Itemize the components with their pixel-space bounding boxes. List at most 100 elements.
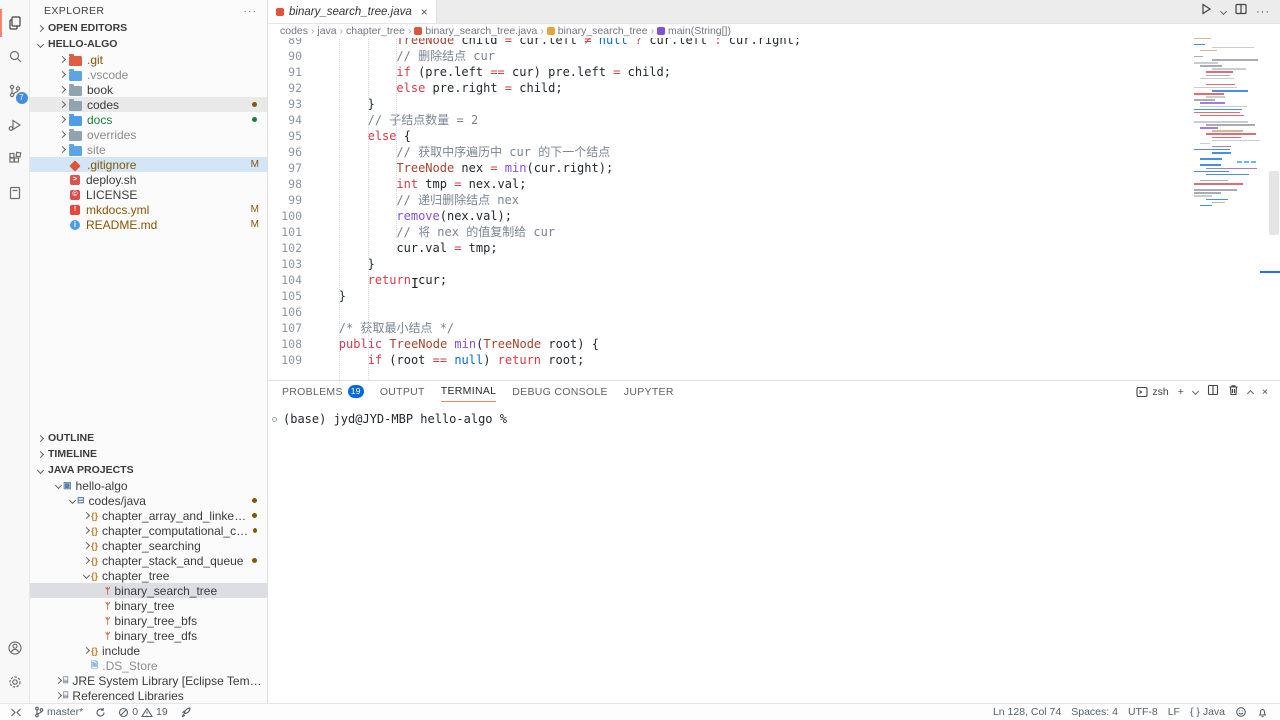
panel-tab-terminal[interactable]: TERMINAL <box>441 381 497 402</box>
minimap[interactable] <box>1190 24 1268 380</box>
java-tree-row[interactable]: {}include <box>30 643 267 658</box>
breadcrumb-item[interactable]: binary_search_tree <box>547 25 648 37</box>
java-lightweight-mode-rocket-icon[interactable] <box>176 704 196 720</box>
java-language-status-icon[interactable] <box>1231 706 1251 718</box>
code-line[interactable]: 107/* 获取最小结点 */ <box>268 320 1190 336</box>
timeline-section[interactable]: TIMELINE <box>30 446 267 462</box>
editor-more-actions-icon[interactable]: ··· <box>1256 6 1270 18</box>
code-line[interactable]: 91if (pre.left == cur) pre.left = child; <box>268 64 1190 80</box>
account-icon[interactable] <box>0 631 30 665</box>
indentation-status[interactable]: Spaces: 4 <box>1067 706 1122 718</box>
file-row[interactable]: !mkdocs.ymlM <box>30 202 267 217</box>
extensions-icon[interactable] <box>0 142 30 176</box>
file-row[interactable]: overrides <box>30 127 267 142</box>
run-button[interactable] <box>1199 2 1213 21</box>
java-tree-row[interactable]: {}chapter_stack_and_queue <box>30 553 267 568</box>
language-mode-status[interactable]: { } Java <box>1186 706 1229 718</box>
split-terminal-icon[interactable] <box>1207 384 1219 399</box>
notifications-bell-icon[interactable] <box>1253 706 1272 718</box>
code-line[interactable]: 99// 递归删除结点 nex <box>268 192 1190 208</box>
java-tree-row[interactable]: {}chapter_tree <box>30 568 267 583</box>
file-row[interactable]: book <box>30 82 267 97</box>
breadcrumb-item[interactable]: chapter_tree <box>346 25 405 37</box>
code-line[interactable]: 94// 子结点数量 = 2 <box>268 112 1190 128</box>
java-projects-section[interactable]: JAVA PROJECTS <box>30 462 267 478</box>
java-tree-row[interactable]: ⊟codes/java <box>30 493 267 508</box>
file-row[interactable]: .git <box>30 52 267 67</box>
search-icon[interactable] <box>0 40 30 74</box>
project-root-row[interactable]: HELLO-ALGO <box>30 36 267 52</box>
cursor-position-status[interactable]: Ln 128, Col 74 <box>989 706 1065 718</box>
encoding-status[interactable]: UTF-8 <box>1124 706 1162 718</box>
code-line[interactable]: 96// 获取中序遍历中 cur 的下一个结点 <box>268 144 1190 160</box>
tab-close-icon[interactable]: × <box>421 5 428 19</box>
split-editor-icon[interactable] <box>1234 2 1248 21</box>
java-tree-row[interactable]: 🗎.DS_Store <box>30 658 267 673</box>
sync-icon[interactable] <box>91 704 110 720</box>
close-panel-icon[interactable]: × <box>1262 386 1268 398</box>
code-line[interactable]: 90// 删除结点 cur <box>268 48 1190 64</box>
panel-tab-debug-console[interactable]: DEBUG CONSOLE <box>512 381 608 402</box>
code-line[interactable]: 95else { <box>268 128 1190 144</box>
settings-gear-icon[interactable] <box>0 665 30 699</box>
tab-binary-search-tree[interactable]: binary_search_tree.java × <box>268 0 437 23</box>
editor[interactable]: codes›java›chapter_tree›binary_search_tr… <box>268 24 1280 380</box>
file-row[interactable]: >deploy.sh <box>30 172 267 187</box>
new-terminal-icon[interactable]: + <box>1178 386 1184 398</box>
code-line[interactable]: 105} <box>268 288 1190 304</box>
file-row[interactable]: .gitignoreM <box>30 157 267 172</box>
java-tree-row[interactable]: ⌸Referenced Libraries <box>30 688 267 703</box>
panel-tab-jupyter[interactable]: JUPYTER <box>624 381 674 402</box>
terminal[interactable]: (base) jyd@JYD-MBP hello-algo % <box>268 402 1280 703</box>
run-dropdown-icon[interactable] <box>1220 8 1227 15</box>
code-line[interactable]: 103} <box>268 256 1190 272</box>
java-tree-row[interactable]: ᛘbinary_tree <box>30 598 267 613</box>
kill-terminal-trash-icon[interactable] <box>1228 384 1239 399</box>
outline-section[interactable]: OUTLINE <box>30 430 267 446</box>
code-line[interactable]: 102cur.val = tmp; <box>268 240 1190 256</box>
breadcrumb-item[interactable]: java <box>317 25 336 37</box>
java-tree-row[interactable]: {}chapter_computational_complexity <box>30 523 267 538</box>
file-row[interactable]: docs <box>30 112 267 127</box>
code-line[interactable]: 97TreeNode nex = min(cur.right); <box>268 160 1190 176</box>
code-line[interactable]: 104return cur; <box>268 272 1190 288</box>
panel-tab-output[interactable]: OUTPUT <box>380 381 425 402</box>
java-tree-row[interactable]: ᛘbinary_search_tree <box>30 583 267 598</box>
java-tree-row[interactable]: ▣hello-algo <box>30 478 267 493</box>
open-editors-section[interactable]: OPEN EDITORS <box>30 20 267 36</box>
code-line[interactable]: 109if (root == null) return root; <box>268 352 1190 368</box>
file-row[interactable]: ©LICENSE <box>30 187 267 202</box>
code-line[interactable]: 108public TreeNode min(TreeNode root) { <box>268 336 1190 352</box>
scrollbar-slider[interactable] <box>1269 171 1279 235</box>
notebook-icon[interactable] <box>0 176 30 210</box>
java-tree-row[interactable]: ⌸JRE System Library [Eclipse Temurin 17 … <box>30 673 267 688</box>
breadcrumb-item[interactable]: codes <box>280 25 308 37</box>
java-tree-row[interactable]: {}chapter_array_and_linkedlist <box>30 508 267 523</box>
explorer-icon[interactable] <box>0 6 30 40</box>
code-area[interactable]: 88// 当子结点数量 = 0 / 1 时, child = null / 该子… <box>268 24 1190 380</box>
explorer-more-actions-icon[interactable]: ··· <box>244 5 258 17</box>
source-control-icon[interactable]: 7 <box>0 74 30 108</box>
java-tree-row[interactable]: {}chapter_searching <box>30 538 267 553</box>
terminal-dropdown-icon[interactable] <box>1192 388 1199 395</box>
editor-scrollbar[interactable] <box>1268 24 1280 380</box>
run-debug-icon[interactable] <box>0 108 30 142</box>
file-row[interactable]: site <box>30 142 267 157</box>
code-line[interactable]: 101// 将 nex 的值复制给 cur <box>268 224 1190 240</box>
file-row[interactable]: .vscode <box>30 67 267 82</box>
file-row[interactable]: codes <box>30 97 267 112</box>
code-line[interactable]: 92else pre.right = child; <box>268 80 1190 96</box>
file-row[interactable]: iREADME.mdM <box>30 217 267 232</box>
breadcrumb-item[interactable]: binary_search_tree.java <box>414 25 537 37</box>
code-line[interactable]: 93} <box>268 96 1190 112</box>
remote-indicator[interactable] <box>6 704 26 720</box>
maximize-panel-icon[interactable] <box>1247 389 1254 396</box>
java-tree-row[interactable]: ᛘbinary_tree_dfs <box>30 628 267 643</box>
terminal-shell-picker[interactable]: zsh <box>1136 386 1168 398</box>
java-tree-row[interactable]: ᛘbinary_tree_bfs <box>30 613 267 628</box>
command-decoration-icon[interactable] <box>272 417 277 422</box>
breadcrumb-item[interactable]: main(String[]) <box>657 25 731 37</box>
code-line[interactable]: 98int tmp = nex.val; <box>268 176 1190 192</box>
problems-status[interactable]: 0 19 <box>114 704 172 720</box>
code-line[interactable]: 100remove(nex.val); <box>268 208 1190 224</box>
